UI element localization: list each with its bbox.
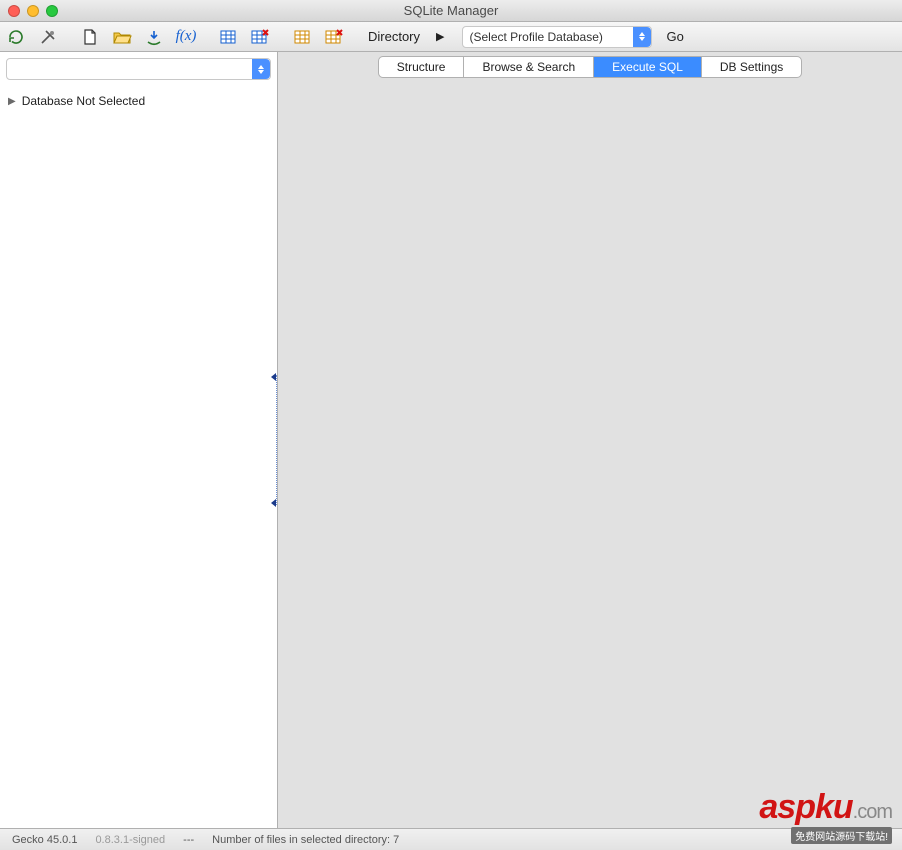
content-area: Structure Browse & Search Execute SQL DB… [278, 52, 902, 828]
import-button[interactable] [140, 24, 168, 50]
tab-browse-search[interactable]: Browse & Search [464, 57, 594, 77]
index-button[interactable] [288, 24, 316, 50]
close-window-button[interactable] [8, 5, 20, 17]
new-file-icon [81, 28, 99, 46]
table2-icon [293, 28, 311, 46]
database-tree[interactable]: ▶ Database Not Selected [0, 86, 277, 828]
refresh-button[interactable] [2, 24, 30, 50]
statusbar: Gecko 45.0.1 0.8.3.1-signed --- Number o… [0, 828, 902, 850]
refresh-icon [7, 28, 25, 46]
status-version: 0.8.3.1-signed [95, 834, 165, 846]
profile-database-select[interactable]: (Select Profile Database) [462, 26, 652, 48]
directory-label: Directory [368, 29, 420, 44]
database-search-select[interactable] [6, 58, 271, 80]
traffic-lights [0, 5, 58, 17]
drop-table-button[interactable] [246, 24, 274, 50]
go-button[interactable]: Go [666, 29, 683, 44]
table2-delete-icon [324, 28, 344, 46]
table-icon [219, 28, 237, 46]
tree-root-row[interactable]: ▶ Database Not Selected [8, 92, 269, 110]
disclosure-triangle-icon[interactable]: ▶ [8, 96, 16, 107]
minimize-window-button[interactable] [27, 5, 39, 17]
tab-structure[interactable]: Structure [379, 57, 465, 77]
tab-db-settings[interactable]: DB Settings [702, 57, 801, 77]
tab-execute-sql[interactable]: Execute SQL [594, 57, 702, 77]
function-icon: f(x) [176, 28, 197, 45]
table-button[interactable] [214, 24, 242, 50]
main-area: ▶ Database Not Selected Structure Browse… [0, 52, 902, 828]
open-database-button[interactable] [108, 24, 136, 50]
status-engine: Gecko 45.0.1 [12, 834, 77, 846]
chevron-updown-icon [633, 27, 651, 47]
chevron-updown-icon [252, 59, 270, 79]
sidebar: ▶ Database Not Selected [0, 52, 278, 828]
table-delete-icon [250, 28, 270, 46]
drop-index-button[interactable] [320, 24, 348, 50]
tools-icon [39, 28, 57, 46]
directory-section: Directory ▶ (Select Profile Database) Go [368, 26, 684, 48]
settings-button[interactable] [34, 24, 62, 50]
status-files-message: Number of files in selected directory: 7 [212, 834, 399, 846]
tab-bar: Structure Browse & Search Execute SQL DB… [378, 56, 803, 78]
new-database-button[interactable] [76, 24, 104, 50]
zoom-window-button[interactable] [46, 5, 58, 17]
window-titlebar: SQLite Manager [0, 0, 902, 22]
window-title: SQLite Manager [0, 3, 902, 18]
tree-root-label: Database Not Selected [22, 94, 145, 108]
profile-select-value: (Select Profile Database) [469, 30, 602, 44]
play-icon[interactable]: ▶ [436, 30, 444, 43]
status-separator: --- [183, 834, 194, 846]
function-button[interactable]: f(x) [172, 24, 200, 50]
open-folder-icon [112, 28, 132, 46]
toolbar: f(x) Directory ▶ (Select Profile D [0, 22, 902, 52]
import-icon [145, 28, 163, 46]
